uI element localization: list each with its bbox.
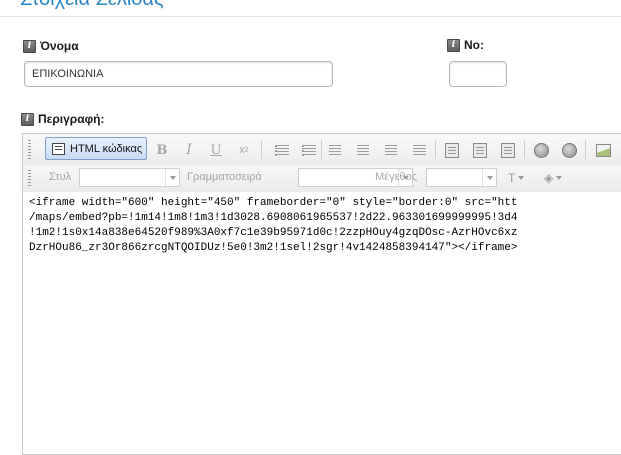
title-divider (0, 16, 621, 17)
chevron-down-icon (165, 169, 179, 186)
background-color-icon[interactable]: ◈ (544, 168, 576, 187)
toolbar-grip[interactable] (28, 140, 31, 160)
info-icon: i (23, 39, 36, 53)
name-label-text: Όνομα (40, 39, 79, 53)
description-label: i Περιγραφή: (21, 112, 105, 126)
link-icon[interactable] (530, 139, 552, 161)
info-icon: i (447, 38, 460, 52)
toolbar-separator (321, 140, 322, 159)
underline-icon[interactable]: U (205, 139, 227, 161)
code-line: <iframe width="600" height="450" framebo… (29, 197, 518, 209)
align-left-icon[interactable] (324, 139, 346, 161)
html-source-label: HTML κώδικας (70, 142, 143, 155)
page-title: Στοιχεία Σελίδας (20, 0, 164, 11)
html-source-button[interactable]: HTML κώδικας (45, 137, 147, 160)
name-label: i Όνομα (23, 39, 79, 53)
image-icon[interactable] (592, 139, 614, 161)
paste-icon[interactable] (441, 139, 463, 161)
info-icon: i (21, 112, 34, 126)
chevron-down-icon (482, 169, 496, 186)
toolbar-grip[interactable] (28, 170, 31, 186)
italic-icon[interactable]: I (178, 139, 200, 161)
align-right-icon[interactable] (380, 139, 402, 161)
source-icon (52, 142, 65, 155)
rich-text-editor: HTML κώδικας B I U x2 Στυλ Γραμματοσειρά (22, 133, 621, 455)
paste-word-icon[interactable] (497, 139, 519, 161)
code-line: /maps/embed?pb=!1m14!1m8!1m3!1d3028.6908… (29, 212, 518, 224)
text-color-icon[interactable]: T (508, 168, 540, 187)
justify-icon[interactable] (408, 139, 430, 161)
html-source-area[interactable]: <iframe width="600" height="450" framebo… (23, 192, 621, 454)
superscript-icon[interactable]: x2 (233, 139, 255, 161)
name-input[interactable] (24, 61, 333, 87)
toolbar-separator (524, 140, 525, 159)
bulleted-list-icon[interactable] (296, 139, 318, 161)
toolbar-separator (585, 140, 586, 159)
number-label: i Νο: (447, 38, 484, 52)
code-line: !1m2!1s0x14a838e64520f989%3A0xf7c1e39b95… (29, 227, 518, 239)
bold-icon[interactable]: B (151, 139, 173, 161)
unlink-icon[interactable] (558, 139, 580, 161)
size-select[interactable] (426, 168, 497, 187)
toolbar-separator (261, 140, 262, 159)
font-label: Γραμματοσειρά (187, 171, 262, 183)
description-label-text: Περιγραφή: (38, 112, 105, 126)
editor-toolbar: HTML κώδικας B I U x2 (23, 134, 621, 166)
number-label-text: Νο: (464, 38, 484, 52)
style-select[interactable] (79, 168, 180, 187)
style-label: Στυλ (49, 171, 72, 183)
numbered-list-icon[interactable] (269, 139, 291, 161)
code-line: DzrHOu86_zr3Or866zrcgNTQOIDUz!5e0!3m2!1s… (29, 242, 518, 254)
size-label: Μέγεθος (375, 171, 418, 183)
toolbar-separator (435, 140, 436, 159)
editor-format-toolbar: Στυλ Γραμματοσειρά Μέγεθος T ◈ (23, 165, 621, 193)
paste-text-icon[interactable] (469, 139, 491, 161)
align-center-icon[interactable] (352, 139, 374, 161)
number-input[interactable] (449, 61, 507, 87)
